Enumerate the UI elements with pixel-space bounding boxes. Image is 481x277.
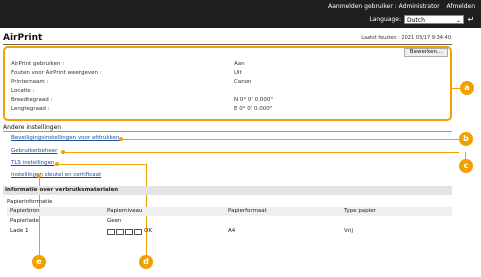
last-updated: Laatst feuzien : 2021 03/17 9:34:40 xyxy=(361,35,451,41)
setting-key: AirPrint gebruiken : xyxy=(11,61,65,67)
column-header: Type papier xyxy=(344,208,376,214)
logout-link[interactable]: Afmelden xyxy=(446,3,475,10)
setting-row: AirPrint gebruiken : Aan xyxy=(11,61,411,69)
setting-row: Locatie : xyxy=(11,88,411,96)
callout-c: c xyxy=(459,159,473,173)
consumables-title: Informatie over verbruiksmaterialen xyxy=(3,186,452,195)
divider xyxy=(3,44,452,45)
column-header: Papierformaat xyxy=(228,208,267,214)
setting-value: N 0° 0' 0.000" xyxy=(234,97,273,103)
level-segment xyxy=(134,229,142,235)
link-key-certificate[interactable]: Instellingen sleutel en certificaat xyxy=(11,172,101,178)
language-row: Language: Dutch ⌄ ↵ xyxy=(369,14,475,24)
level-segment xyxy=(116,229,124,235)
other-settings-title: Andere instellingen xyxy=(3,124,62,131)
level-segment xyxy=(125,229,133,235)
callout-line xyxy=(452,88,460,89)
paper-level: Geen xyxy=(107,218,122,224)
callout-line xyxy=(122,139,459,140)
column-header: Papierniveau xyxy=(107,208,143,214)
setting-value: E 0° 0' 0.000" xyxy=(234,106,273,112)
setting-key: Printernaam : xyxy=(11,79,49,85)
paper-source: Papierlade xyxy=(10,218,39,224)
language-value: Dutch xyxy=(407,16,425,24)
callout-a: a xyxy=(460,81,474,95)
user-info: Aanmelden gebruiker : Administrator Afme… xyxy=(328,3,475,10)
link-tls-settings[interactable]: TLS instellingen xyxy=(11,160,55,166)
setting-row: Breedtegraad : N 0° 0' 0.000" xyxy=(11,97,411,105)
link-user-management[interactable]: Gebruikerbeheer xyxy=(11,148,57,154)
top-bar: Aanmelden gebruiker : Administrator Afme… xyxy=(0,0,481,28)
setting-key: Lengtegraad : xyxy=(11,106,50,112)
logged-in-label: Aanmelden gebruiker : xyxy=(328,3,397,10)
callout-line xyxy=(64,152,459,153)
table-row: Papierlade Geen xyxy=(7,217,452,226)
paper-source: Lade 1 xyxy=(10,228,29,234)
setting-key: Breedtegraad : xyxy=(11,97,53,103)
setting-value: Uit xyxy=(234,70,242,76)
callout-b: b xyxy=(459,132,473,146)
table-row: Lade 1 OK A4 Vrij xyxy=(7,227,452,236)
paper-level: OK xyxy=(144,228,152,234)
paper-size: A4 xyxy=(228,228,236,234)
paper-info-title: Papierinformatie xyxy=(7,199,53,205)
link-print-security[interactable]: Beveiligingsinstellingen voor afdrukken xyxy=(11,135,119,141)
language-select[interactable]: Dutch ⌄ xyxy=(404,14,464,24)
enter-icon[interactable]: ↵ xyxy=(467,15,475,24)
callout-line xyxy=(58,164,146,165)
callout-e: e xyxy=(32,255,46,269)
setting-key: Locatie : xyxy=(11,88,35,94)
page-title: AirPrint xyxy=(3,33,43,43)
table-header: Papierbron Papierniveau Papierformaat Ty… xyxy=(7,207,452,216)
chevron-down-icon: ⌄ xyxy=(455,16,461,24)
edit-button[interactable]: Bewerken... xyxy=(404,48,448,57)
paper-type: Vrij xyxy=(344,228,354,234)
setting-key: Fouten voor AirPrint weergeven : xyxy=(11,70,102,76)
divider xyxy=(3,131,452,132)
language-label: Language: xyxy=(369,15,401,23)
paper-level-meter xyxy=(107,229,142,235)
setting-row: Lengtegraad : E 0° 0' 0.000" xyxy=(11,106,411,114)
user-name: Administrator xyxy=(398,3,440,10)
callout-d: d xyxy=(139,255,153,269)
column-header: Papierbron xyxy=(10,208,40,214)
setting-row: Fouten voor AirPrint weergeven : Uit xyxy=(11,70,411,78)
setting-row: Printernaam : Canon xyxy=(11,79,411,87)
level-segment xyxy=(107,229,115,235)
setting-value: Aan xyxy=(234,61,245,67)
setting-value: Canon xyxy=(234,79,252,85)
